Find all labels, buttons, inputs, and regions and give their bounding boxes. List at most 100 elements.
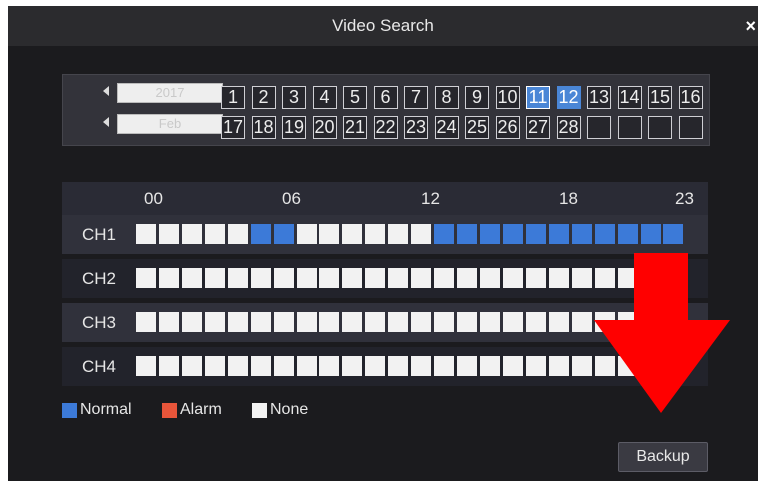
day-9[interactable]: 9 — [465, 86, 489, 109]
day-20[interactable]: 20 — [312, 116, 337, 139]
time-slot[interactable] — [411, 312, 432, 332]
day-19[interactable]: 19 — [282, 116, 306, 139]
day-16[interactable]: 16 — [678, 86, 703, 109]
time-slot[interactable] — [296, 268, 317, 288]
time-slot[interactable] — [479, 312, 500, 332]
time-slot[interactable] — [181, 224, 202, 244]
time-slot[interactable] — [158, 224, 179, 244]
time-slot[interactable] — [434, 312, 455, 332]
time-slot[interactable] — [158, 356, 179, 376]
day-22[interactable]: 22 — [373, 116, 398, 139]
time-slot[interactable] — [571, 356, 592, 376]
time-slot[interactable] — [250, 224, 271, 244]
time-slot[interactable] — [434, 356, 455, 376]
time-slot[interactable] — [136, 312, 156, 332]
day-13[interactable]: 13 — [587, 86, 611, 109]
time-slot[interactable] — [342, 356, 363, 376]
time-slot[interactable] — [273, 356, 294, 376]
day-14[interactable]: 14 — [617, 86, 642, 109]
time-slot[interactable] — [136, 268, 156, 288]
time-slot[interactable] — [411, 268, 432, 288]
time-slot[interactable] — [617, 224, 638, 244]
time-slot[interactable] — [319, 224, 340, 244]
day-17[interactable]: 17 — [221, 116, 245, 139]
time-slot[interactable] — [594, 356, 615, 376]
day-12[interactable]: 12 — [556, 86, 581, 109]
time-slot[interactable] — [342, 224, 363, 244]
time-slot[interactable] — [227, 268, 248, 288]
time-slot[interactable] — [457, 224, 477, 244]
day-2[interactable]: 2 — [251, 86, 276, 109]
time-slot[interactable] — [525, 312, 546, 332]
time-slot[interactable] — [434, 224, 455, 244]
time-slot[interactable] — [525, 268, 546, 288]
month-prev-icon[interactable] — [103, 117, 109, 127]
time-slot[interactable] — [640, 356, 661, 376]
time-slot[interactable] — [663, 268, 684, 288]
year-field[interactable]: 2017 — [117, 83, 223, 103]
time-slot[interactable] — [502, 312, 523, 332]
time-slot[interactable] — [411, 224, 432, 244]
time-slot[interactable] — [273, 268, 294, 288]
day-10[interactable]: 10 — [495, 86, 520, 109]
time-slot[interactable] — [548, 268, 569, 288]
day-21[interactable]: 21 — [343, 116, 367, 139]
day-26[interactable]: 26 — [495, 116, 520, 139]
time-slot[interactable] — [365, 312, 386, 332]
time-slot[interactable] — [548, 356, 569, 376]
month-field[interactable]: Feb — [117, 114, 223, 134]
time-slot[interactable] — [388, 356, 409, 376]
time-slot[interactable] — [640, 268, 661, 288]
time-slot[interactable] — [548, 312, 569, 332]
time-slot[interactable] — [457, 356, 477, 376]
time-slot[interactable] — [502, 356, 523, 376]
day-27[interactable]: 27 — [526, 116, 550, 139]
time-slot[interactable] — [548, 224, 569, 244]
time-slot[interactable] — [388, 268, 409, 288]
time-slot[interactable] — [571, 312, 592, 332]
time-slot[interactable] — [617, 356, 638, 376]
day-24[interactable]: 24 — [434, 116, 459, 139]
time-slot[interactable] — [525, 224, 546, 244]
time-slot[interactable] — [227, 312, 248, 332]
time-slot[interactable] — [502, 268, 523, 288]
day-8[interactable]: 8 — [434, 86, 459, 109]
time-slot[interactable] — [296, 356, 317, 376]
day-15[interactable]: 15 — [648, 86, 672, 109]
year-prev-icon[interactable] — [103, 86, 109, 96]
time-slot[interactable] — [640, 312, 661, 332]
day-1[interactable]: 1 — [221, 86, 245, 109]
day-4[interactable]: 4 — [312, 86, 337, 109]
day-23[interactable]: 23 — [404, 116, 428, 139]
time-slot[interactable] — [204, 356, 225, 376]
time-slot[interactable] — [663, 312, 684, 332]
time-slot[interactable] — [181, 356, 202, 376]
time-slot[interactable] — [181, 268, 202, 288]
time-slot[interactable] — [365, 224, 386, 244]
time-slot[interactable] — [663, 224, 684, 244]
time-slot[interactable] — [273, 312, 294, 332]
time-slot[interactable] — [571, 268, 592, 288]
time-slot[interactable] — [250, 268, 271, 288]
time-slot[interactable] — [342, 312, 363, 332]
time-slot[interactable] — [571, 224, 592, 244]
time-slot[interactable] — [204, 312, 225, 332]
close-icon[interactable]: × — [745, 6, 756, 46]
time-slot[interactable] — [227, 224, 248, 244]
time-slot[interactable] — [411, 356, 432, 376]
time-slot[interactable] — [250, 356, 271, 376]
day-5[interactable]: 5 — [343, 86, 367, 109]
time-slot[interactable] — [136, 356, 156, 376]
time-slot[interactable] — [181, 312, 202, 332]
time-slot[interactable] — [365, 356, 386, 376]
time-slot[interactable] — [296, 312, 317, 332]
time-slot[interactable] — [204, 268, 225, 288]
time-slot[interactable] — [388, 224, 409, 244]
time-slot[interactable] — [319, 312, 340, 332]
time-slot[interactable] — [617, 312, 638, 332]
day-28[interactable]: 28 — [556, 116, 581, 139]
time-slot[interactable] — [158, 268, 179, 288]
time-slot[interactable] — [457, 312, 477, 332]
time-slot[interactable] — [594, 268, 615, 288]
time-slot[interactable] — [502, 224, 523, 244]
